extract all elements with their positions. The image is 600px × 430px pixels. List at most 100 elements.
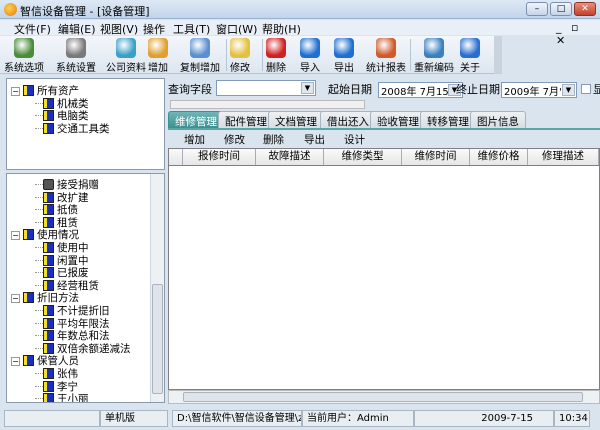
tree-node[interactable]: 接受捐赠 bbox=[35, 177, 99, 191]
collapse-icon[interactable]: − bbox=[11, 294, 20, 304]
end-date-value: 2009年 7月' bbox=[504, 87, 562, 98]
main-panel: 查询字段 ▼ 起始日期 2008年 7月15 ▼ 终止日期 2009年 7月' ▼ … bbox=[168, 78, 600, 408]
chevron-down-icon[interactable]: ▼ bbox=[301, 82, 314, 94]
collapse-icon[interactable]: − bbox=[11, 357, 20, 367]
add-user-icon bbox=[148, 38, 168, 58]
tree-node[interactable]: 不计提折旧 bbox=[35, 303, 110, 317]
folder-icon bbox=[23, 229, 34, 241]
tree-node[interactable]: 租赁 bbox=[35, 215, 78, 229]
menu-operate[interactable]: 操作 bbox=[143, 21, 165, 37]
grid-horizontal-scrollbar[interactable] bbox=[168, 390, 600, 404]
chevron-down-icon[interactable]: ▼ bbox=[562, 84, 575, 96]
row-indicator-header[interactable] bbox=[169, 149, 183, 165]
tree-node[interactable]: − 使用情况 bbox=[11, 227, 79, 241]
column-header[interactable]: 报修时间 bbox=[183, 149, 256, 165]
sub-toolbar-button[interactable]: 导出 bbox=[304, 132, 325, 147]
tree-node[interactable]: 交通工具类 bbox=[35, 121, 110, 135]
column-header[interactable]: 维修时间 bbox=[402, 149, 470, 165]
tab-3[interactable]: 借出还入 bbox=[320, 111, 376, 128]
toolbar-button-7[interactable]: 导入 bbox=[300, 38, 320, 74]
tree-node[interactable]: 年数总和法 bbox=[35, 328, 110, 342]
column-header[interactable]: 维修类型 bbox=[324, 149, 402, 165]
tree-node[interactable]: 经营租赁 bbox=[35, 278, 99, 292]
tree-node[interactable]: 改扩建 bbox=[35, 190, 89, 204]
column-header[interactable]: 维修价格 bbox=[470, 149, 528, 165]
sub-toolbar-button[interactable]: 设计 bbox=[344, 132, 365, 147]
tab-1[interactable]: 配件管理 bbox=[218, 111, 274, 128]
query-field-select[interactable]: ▼ bbox=[216, 80, 316, 96]
toolbar-button-1[interactable]: 系统设置 bbox=[56, 38, 96, 74]
toolbar-button-5[interactable]: 修改 bbox=[230, 38, 250, 74]
column-header[interactable]: 修理描述 bbox=[528, 149, 599, 165]
toolbar-button-10[interactable]: 重新编码 bbox=[414, 38, 454, 74]
folder-icon bbox=[23, 355, 34, 367]
folder-icon bbox=[43, 330, 54, 342]
status-bar: 单机版 D:\智信软件\智信设备管理\zxSBData.sys 当前用户：Adm… bbox=[0, 410, 600, 430]
sub-toolbar-button[interactable]: 增加 bbox=[184, 132, 205, 147]
menu-edit[interactable]: 编辑(E) bbox=[58, 21, 96, 37]
toolbar-button-4[interactable]: 复制增加 bbox=[180, 38, 220, 74]
menu-help[interactable]: 帮助(H) bbox=[262, 21, 301, 37]
small-horizontal-scrollbar[interactable] bbox=[170, 100, 365, 109]
menu-file[interactable]: 文件(F) bbox=[14, 21, 51, 37]
toolbar-button-0[interactable]: 系统选项 bbox=[4, 38, 44, 74]
toolbar-button-8[interactable]: 导出 bbox=[334, 38, 354, 74]
show-checkbox[interactable] bbox=[581, 84, 591, 94]
tree-node[interactable]: 双倍余额递减法 bbox=[35, 341, 131, 355]
folder-icon bbox=[43, 254, 54, 266]
scrollbar-thumb[interactable] bbox=[183, 392, 583, 402]
tree-node[interactable]: 电脑类 bbox=[35, 108, 89, 122]
tree-connector bbox=[35, 259, 43, 261]
menu-view[interactable]: 视图(V) bbox=[100, 21, 138, 37]
tree-connector bbox=[35, 398, 43, 400]
tree-node[interactable]: 已报废 bbox=[35, 265, 89, 279]
toolbar-button-label: 导入 bbox=[300, 63, 320, 74]
tab-6[interactable]: 图片信息 bbox=[470, 111, 526, 128]
minimize-button[interactable]: – bbox=[526, 2, 548, 16]
toolbar-button-label: 删除 bbox=[266, 63, 286, 74]
sub-toolbar-button[interactable]: 修改 bbox=[224, 132, 245, 147]
scrollbar-thumb[interactable] bbox=[152, 284, 163, 394]
start-date-picker[interactable]: 2008年 7月15 ▼ bbox=[378, 82, 463, 98]
tree-node[interactable]: 李宁 bbox=[35, 379, 78, 393]
end-date-picker[interactable]: 2009年 7月' ▼ bbox=[501, 82, 577, 98]
tree-node[interactable]: 闲置中 bbox=[35, 253, 89, 267]
collapse-icon[interactable]: − bbox=[11, 231, 20, 241]
folder-icon bbox=[43, 305, 54, 316]
tree-node[interactable]: − 保管人员 bbox=[11, 353, 79, 367]
menu-window[interactable]: 窗口(W) bbox=[216, 21, 257, 37]
tab-2[interactable]: 文档管理 bbox=[268, 111, 324, 128]
folder-icon bbox=[43, 122, 54, 134]
toolbar-button-2[interactable]: 公司资料 bbox=[106, 38, 146, 74]
toolbar-button-3[interactable]: 增加 bbox=[148, 38, 168, 74]
maximize-button[interactable]: □ bbox=[550, 2, 572, 16]
close-button[interactable]: ✕ bbox=[574, 2, 596, 16]
collapse-icon[interactable]: − bbox=[11, 87, 20, 96]
tree-node[interactable]: 使用中 bbox=[35, 240, 89, 254]
sub-toolbar-button[interactable]: 删除 bbox=[263, 132, 284, 147]
end-date-label: 终止日期 bbox=[456, 83, 500, 96]
tree-node[interactable]: 平均年限法 bbox=[35, 316, 110, 330]
tree-node[interactable]: 张伟 bbox=[35, 366, 78, 380]
tree-node[interactable]: 抵债 bbox=[35, 202, 78, 216]
toolbar-button-9[interactable]: 统计报表 bbox=[366, 38, 406, 74]
tree-node[interactable]: − 所有资产 bbox=[11, 83, 79, 97]
toolbar-separator bbox=[262, 39, 263, 71]
tree-connector bbox=[35, 184, 43, 185]
tab-0[interactable]: 维修管理 bbox=[168, 111, 224, 128]
tree-node[interactable]: 机械类 bbox=[35, 96, 89, 110]
toolbar-overflow-button[interactable] bbox=[494, 36, 502, 74]
toolbar-separator bbox=[226, 39, 227, 71]
tab-4[interactable]: 验收管理 bbox=[370, 111, 426, 128]
column-header[interactable]: 故障描述 bbox=[256, 149, 324, 165]
tree-node[interactable]: − 折旧方法 bbox=[11, 290, 79, 304]
toolbar: 系统选项 系统设置 公司资料 增加 复制增加 修改 删除 导入 导出 统计报表 重新编码 关于 bbox=[0, 36, 502, 74]
toolbar-button-11[interactable]: 关于 bbox=[460, 38, 480, 74]
folder-icon bbox=[43, 191, 54, 203]
mdi-controls[interactable]: _ ▫ ✕ bbox=[556, 21, 600, 47]
tab-5[interactable]: 转移管理 bbox=[420, 111, 476, 128]
menu-tools[interactable]: 工具(T) bbox=[173, 21, 210, 37]
tree-node[interactable]: 王小丽 bbox=[35, 391, 89, 402]
toolbar-button-6[interactable]: 删除 bbox=[266, 38, 286, 74]
tree-vertical-scrollbar[interactable] bbox=[150, 174, 164, 402]
